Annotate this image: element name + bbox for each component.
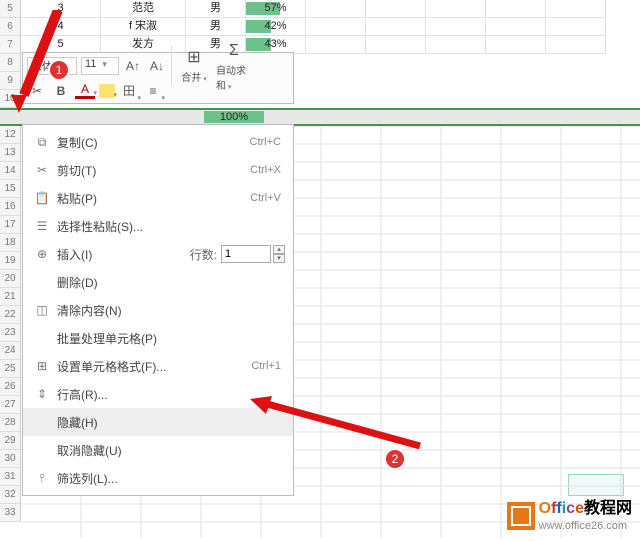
callout-badge-2: 2 [384,448,406,470]
row-header[interactable]: 29 [0,432,21,450]
insert-icon: ⊕ [31,247,53,261]
merge-button[interactable]: ⊞合并 [176,42,212,90]
cell[interactable]: 范范 [101,0,186,18]
ctx-copy[interactable]: ⧉ 复制(C) Ctrl+C [23,128,293,156]
row-header[interactable]: 26 [0,378,21,396]
cell-value: 100% [204,110,264,124]
watermark: Office教程网 www.office26.com [507,500,632,532]
row-header[interactable]: 24 [0,342,21,360]
cell[interactable] [366,18,426,36]
cell[interactable]: 男 [186,0,246,18]
brand-text: Office教程网 [539,500,632,518]
cell[interactable] [426,0,486,18]
callout-badge-1: 1 [48,59,70,81]
cell[interactable] [426,36,486,54]
copy-icon: ⧉ [31,135,53,150]
table-row[interactable]: 4 f 宋淑 男 42% [21,18,640,36]
align-button[interactable]: ≡ [143,81,163,101]
row-header[interactable]: 21 [0,288,21,306]
row-header[interactable]: 31 [0,468,21,486]
fill-color-button[interactable] [99,84,115,98]
row-header[interactable]: 15 [0,180,21,198]
spinner[interactable]: ▴▾ [273,245,285,263]
filter-icon: ⫯ [31,471,53,486]
row-header[interactable]: 23 [0,324,21,342]
ctx-delete[interactable]: 删除(D) [23,268,293,296]
row-header[interactable]: 32 [0,486,21,504]
scissors-icon: ✂ [31,163,53,177]
row-header[interactable]: 22 [0,306,21,324]
font-color-button[interactable]: A [75,82,95,99]
sigma-icon: Σ [229,40,239,62]
annotation-arrow-2 [250,396,430,456]
cell-databar[interactable]: 57% [246,0,306,18]
row-header[interactable]: 13 [0,144,21,162]
cell[interactable] [306,36,366,54]
row-header[interactable]: 16 [0,198,21,216]
ctx-format-cells[interactable]: ⊞ 设置单元格格式(F)... Ctrl+1 [23,352,293,380]
ctx-cut[interactable]: ✂ 剪切(T) Ctrl+X [23,156,293,184]
autosum-button[interactable]: Σ自动求和 [216,42,252,90]
row-header[interactable]: 17 [0,216,21,234]
cell[interactable] [486,0,546,18]
spin-down-icon[interactable]: ▾ [273,254,285,263]
ctx-clear[interactable]: ◫ 清除内容(N) [23,296,293,324]
clipboard-icon: 📋 [31,191,53,205]
table-row[interactable]: 3 范范 男 57% [21,0,640,18]
increase-font-icon[interactable]: A↑ [123,56,143,76]
cell[interactable] [546,36,606,54]
row-header[interactable]: 19 [0,252,21,270]
rows-label: 行数: [190,246,217,263]
cell[interactable] [366,0,426,18]
ctx-insert[interactable]: ⊕ 插入(I) 行数: ▴▾ [23,240,293,268]
cell[interactable] [486,36,546,54]
row-height-icon: ⇕ [31,387,53,401]
brand-url: www.office26.com [539,520,632,532]
merge-icon: ⊞ [187,47,200,69]
ctx-paste-special[interactable]: ☰ 选择性粘贴(S)... [23,212,293,240]
ctx-batch[interactable]: 批量处理单元格(P) [23,324,293,352]
annotation-arrowhead-1 [11,95,27,113]
row-header[interactable]: 18 [0,234,21,252]
row-header[interactable]: 14 [0,162,21,180]
row-header[interactable]: 33 [0,504,21,522]
cell[interactable] [306,0,366,18]
row-header[interactable]: 25 [0,360,21,378]
annotation-arrow-1 [18,10,78,105]
rows-input[interactable] [221,245,271,263]
cell[interactable]: f 宋淑 [101,18,186,36]
spin-up-icon[interactable]: ▴ [273,245,285,254]
row-header[interactable]: 20 [0,270,21,288]
borders-button[interactable]: 田 [119,81,139,101]
row-header[interactable]: 28 [0,414,21,432]
format-cells-icon: ⊞ [31,359,53,373]
cell[interactable] [546,0,606,18]
cell[interactable] [426,18,486,36]
cell[interactable] [306,18,366,36]
font-size-select[interactable]: 11 [81,57,119,75]
ctx-filter[interactable]: ⫯ 筛选列(L)... [23,464,293,492]
row-header[interactable]: 12 [0,126,21,144]
logo-icon [507,502,535,530]
cell[interactable]: 男 [186,18,246,36]
cell[interactable] [366,36,426,54]
row-header[interactable]: 30 [0,450,21,468]
paste-special-icon: ☰ [31,219,53,233]
cell-databar[interactable]: 42% [246,18,306,36]
cell[interactable] [486,18,546,36]
eraser-icon: ◫ [31,303,53,317]
ctx-paste[interactable]: 📋 粘贴(P) Ctrl+V [23,184,293,212]
row-header[interactable]: 27 [0,396,21,414]
cell-grid: 3 范范 男 57% 4 f 宋淑 男 42% 5 发方 男 43% [21,0,640,54]
decrease-font-icon[interactable]: A↓ [147,56,167,76]
cell[interactable] [546,18,606,36]
